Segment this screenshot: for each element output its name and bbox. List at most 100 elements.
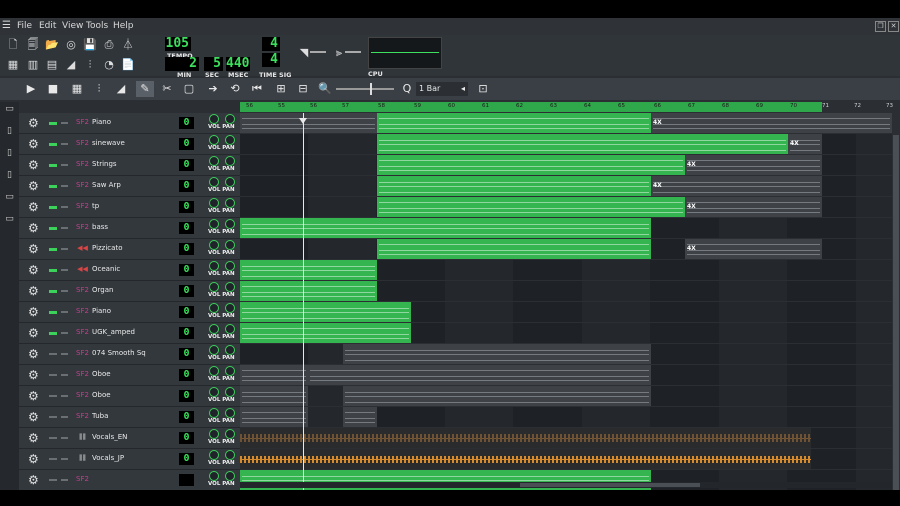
menu-help[interactable]: Help — [113, 21, 134, 31]
track-name[interactable]: Strings — [92, 160, 117, 168]
gear-icon[interactable]: ⚙ — [28, 347, 39, 361]
track-header[interactable]: ⚙ SF2 VOL PAN — [19, 470, 240, 490]
mute-toggle[interactable] — [49, 332, 57, 335]
sf2-icon[interactable]: SF2 — [76, 349, 89, 358]
tempo-display[interactable]: 105 — [165, 37, 191, 51]
pan-knob[interactable] — [225, 345, 235, 355]
volume-knob[interactable] — [209, 114, 219, 124]
gear-icon[interactable]: ⚙ — [28, 473, 39, 487]
sf2-icon[interactable]: SF2 — [76, 370, 89, 379]
pattern-clip[interactable] — [240, 323, 411, 343]
pan-knob[interactable] — [225, 429, 235, 439]
pattern-clip[interactable] — [377, 155, 685, 175]
pattern-clip[interactable] — [240, 260, 377, 280]
mute-toggle[interactable] — [49, 227, 57, 230]
select-mode-icon[interactable]: ▢ — [180, 81, 198, 97]
stop-behaviour-icon[interactable]: ⏮ — [248, 81, 266, 97]
pattern-clip[interactable] — [240, 218, 651, 238]
plugin-icon[interactable]: ◀◀ — [76, 244, 89, 253]
volume-knob[interactable] — [209, 240, 219, 250]
track-name[interactable]: tp — [92, 202, 99, 210]
mute-toggle[interactable] — [49, 311, 57, 314]
track-name[interactable]: Oceanic — [92, 265, 120, 273]
track-header[interactable]: ⚙ SF2 bass 0 VOL PAN — [19, 218, 240, 239]
track-name[interactable]: sinewave — [92, 139, 125, 147]
pattern-clip[interactable] — [240, 386, 308, 406]
waveform-icon[interactable]: ⫼⫼ — [76, 454, 89, 463]
pattern-clip[interactable] — [240, 302, 411, 322]
track-lane[interactable] — [240, 302, 892, 323]
gear-icon[interactable]: ⚙ — [28, 410, 39, 424]
gear-icon[interactable]: ⚙ — [28, 221, 39, 235]
track-header[interactable]: ⚙ SF2 tp 0 VOL PAN — [19, 197, 240, 218]
track-lane[interactable] — [240, 428, 892, 449]
track-header[interactable]: ⚙ SF2 Oboe 0 VOL PAN — [19, 386, 240, 407]
menu-view[interactable]: View — [62, 21, 83, 31]
track-header[interactable]: ⚙ ⫼⫼ Vocals_JP 0 VOL PAN — [19, 449, 240, 470]
mute-toggle[interactable] — [49, 353, 57, 355]
track-header[interactable]: ⚙ SF2 Piano 0 VOL PAN — [19, 302, 240, 323]
volume-knob[interactable] — [209, 429, 219, 439]
auto-scroll-icon[interactable]: ➔ — [204, 81, 222, 97]
solo-toggle[interactable] — [61, 227, 68, 229]
sf2-icon[interactable]: SF2 — [76, 181, 89, 190]
pattern-clip[interactable] — [377, 197, 685, 217]
track-lane[interactable] — [240, 449, 892, 470]
track-header[interactable]: ⚙ SF2 Strings 0 VOL PAN — [19, 155, 240, 176]
solo-toggle[interactable] — [61, 353, 68, 355]
knife-mode-icon[interactable]: ✂ — [158, 81, 176, 97]
track-header[interactable]: ⚙ ⫼⫼ Vocals_EN 0 VOL PAN — [19, 428, 240, 449]
pattern-clip[interactable] — [685, 239, 822, 259]
sample-clip[interactable] — [240, 449, 811, 469]
solo-toggle[interactable] — [61, 332, 68, 334]
track-name[interactable]: Tuba — [92, 412, 108, 420]
track-lane[interactable]: 4X — [240, 134, 892, 155]
pan-knob[interactable] — [225, 177, 235, 187]
pan-knob[interactable] — [225, 282, 235, 292]
solo-toggle[interactable] — [61, 206, 68, 208]
solo-toggle[interactable] — [61, 122, 68, 124]
volume-knob[interactable] — [209, 471, 219, 481]
gear-icon[interactable]: ⚙ — [28, 389, 39, 403]
mute-toggle[interactable] — [49, 416, 57, 418]
gear-icon[interactable]: ⚙ — [28, 284, 39, 298]
quantize-select[interactable]: 1 Bar ◂ — [416, 82, 468, 96]
track-header[interactable]: ⚙ ◀◀ Oceanic 0 VOL PAN — [19, 260, 240, 281]
volume-knob[interactable] — [209, 303, 219, 313]
volume-knob[interactable] — [209, 156, 219, 166]
sf2-icon[interactable]: SF2 — [76, 412, 89, 421]
solo-toggle[interactable] — [61, 311, 68, 313]
gear-icon[interactable]: ⚙ — [28, 326, 39, 340]
snap-icon[interactable]: ⊡ — [474, 81, 492, 97]
track-header[interactable]: ⚙ SF2 074 Smooth Sq 0 VOL PAN — [19, 344, 240, 365]
pattern-clip[interactable] — [240, 365, 308, 385]
mute-toggle[interactable] — [49, 206, 57, 209]
sf2-icon[interactable]: SF2 — [76, 202, 89, 211]
track-header[interactable]: ⚙ SF2 Saw Arp 0 VOL PAN — [19, 176, 240, 197]
pattern-clip[interactable] — [377, 113, 651, 133]
piano-roll-icon[interactable]: ▤ — [44, 57, 60, 73]
solo-toggle[interactable] — [61, 374, 68, 376]
recent-projects-icon[interactable]: ◎ — [63, 37, 79, 53]
play-icon[interactable]: ▶ — [22, 81, 40, 97]
pan-knob[interactable] — [225, 135, 235, 145]
draw-mode-icon[interactable]: ✎ — [136, 81, 154, 97]
pan-knob[interactable] — [225, 324, 235, 334]
volume-knob[interactable] — [209, 324, 219, 334]
pattern-clip[interactable] — [343, 386, 651, 406]
pattern-clip[interactable] — [377, 239, 651, 259]
track-name[interactable]: Pizzicato — [92, 244, 122, 252]
track-header[interactable]: ⚙ SF2 Piano 0 VOL PAN — [19, 113, 240, 134]
track-lane[interactable]: 4X — [240, 197, 892, 218]
track-lane[interactable] — [240, 365, 892, 386]
sf2-icon[interactable]: SF2 — [76, 307, 89, 316]
sf2-icon[interactable]: SF2 — [76, 286, 89, 295]
solo-toggle[interactable] — [61, 143, 68, 145]
track-lane[interactable]: 4X — [240, 239, 892, 260]
volume-knob[interactable] — [209, 387, 219, 397]
volume-knob[interactable] — [209, 198, 219, 208]
volume-knob[interactable] — [209, 345, 219, 355]
menu-file[interactable]: File — [17, 21, 32, 31]
pattern-clip[interactable] — [377, 134, 788, 154]
track-lane[interactable]: 4X — [240, 176, 892, 197]
